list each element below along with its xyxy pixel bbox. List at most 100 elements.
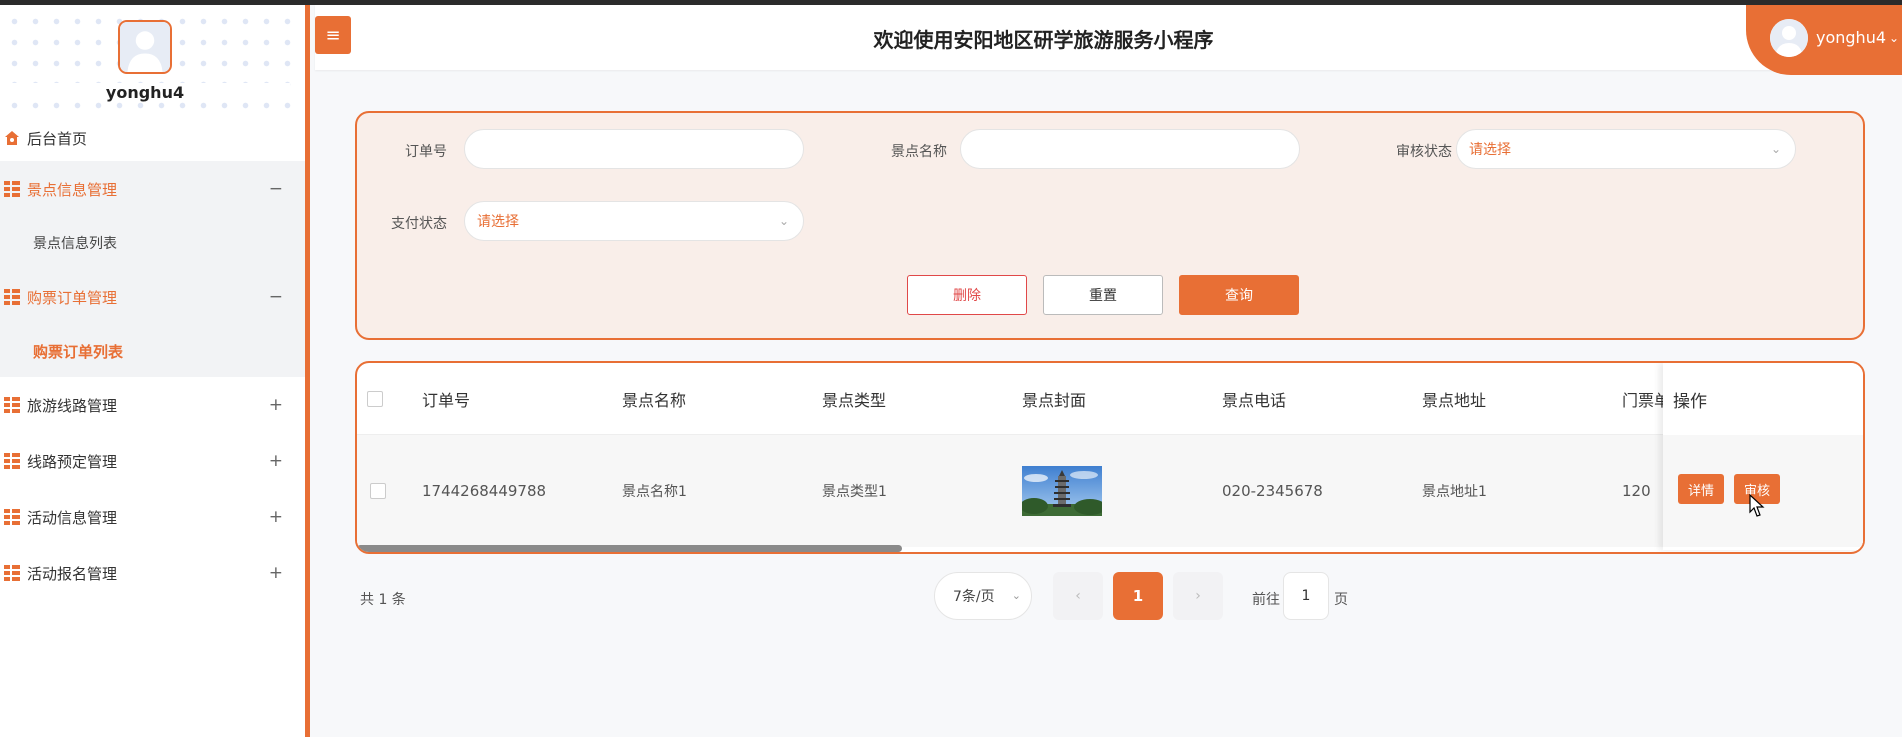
collapse-icon[interactable]: − xyxy=(269,179,283,199)
column-header[interactable]: 订单号 xyxy=(422,363,470,434)
operations-column: 操作 详情 审核 xyxy=(1663,363,1863,550)
sidebar-item-label: 活动报名管理 xyxy=(27,564,118,583)
sidebar-menu: 后台首页 景点信息管理 − 景点信息列表 购票订单管理 − 购票订单列表 旅游线… xyxy=(0,115,305,601)
sidebar-item-activity-info-management[interactable]: 活动信息管理 + xyxy=(0,489,305,545)
home-icon xyxy=(4,130,20,146)
expand-icon[interactable]: + xyxy=(269,507,283,527)
sidebar-item-label: 购票订单管理 xyxy=(27,288,118,307)
grid-icon xyxy=(4,181,20,197)
sidebar-subitem-label: 景点信息列表 xyxy=(33,236,117,252)
search-panel: 订单号 景点名称 审核状态 请选择 ⌄ 支付状态 请选择 ⌄ 删除 重置 查询 xyxy=(355,111,1865,340)
current-page-button[interactable]: 1 xyxy=(1113,572,1163,620)
table-header: 订单号 景点名称 景点类型 景点封面 景点电话 景点地址 门票单 xyxy=(357,363,1863,435)
spot-cover-image[interactable] xyxy=(1022,466,1102,516)
audit-status-placeholder: 请选择 xyxy=(1469,142,1511,158)
avatar xyxy=(1770,18,1808,57)
order-no-label: 订单号 xyxy=(405,144,447,160)
order-table: 订单号 景点名称 景点类型 景点封面 景点电话 景点地址 门票单 1744268… xyxy=(355,361,1865,554)
column-header[interactable]: 景点类型 xyxy=(822,363,886,434)
top-window-strip xyxy=(0,0,1902,5)
spot-cover-cell xyxy=(1022,435,1102,547)
goto-page-input[interactable]: 1 xyxy=(1283,572,1329,620)
sidebar-item-ticket-order-management[interactable]: 购票订单管理 − xyxy=(0,269,305,325)
sidebar-subitem-spot-list[interactable]: 景点信息列表 xyxy=(0,217,305,269)
column-header[interactable]: 景点地址 xyxy=(1422,363,1486,434)
grid-icon xyxy=(4,397,20,413)
next-page-button[interactable]: › xyxy=(1173,572,1223,620)
sidebar-profile: yonghu4 xyxy=(0,5,305,113)
operations-header: 操作 xyxy=(1673,391,1707,412)
chevron-down-icon: ⌄ xyxy=(1011,589,1021,602)
chevron-left-icon: ‹ xyxy=(1075,588,1081,604)
chevron-down-icon: ⌄ xyxy=(1889,30,1900,45)
operations-cell: 详情 审核 xyxy=(1663,435,1863,547)
reset-button[interactable]: 重置 xyxy=(1043,275,1163,315)
page-size-select[interactable]: 7条/页 ⌄ xyxy=(934,572,1032,620)
page-size-value: 7条/页 xyxy=(953,589,995,605)
sidebar-item-label: 景点信息管理 xyxy=(27,180,118,199)
column-header[interactable]: 景点名称 xyxy=(622,363,686,434)
avatar[interactable] xyxy=(118,20,172,74)
chevron-down-icon: ⌄ xyxy=(778,214,789,228)
goto-suffix-label: 页 xyxy=(1334,592,1348,608)
chevron-right-icon: › xyxy=(1195,588,1201,604)
address-cell: 景点地址1 xyxy=(1422,484,1487,500)
price-cell: 120 xyxy=(1622,482,1651,500)
sidebar-item-label: 活动信息管理 xyxy=(27,508,118,527)
mouse-cursor-icon xyxy=(1749,494,1765,517)
chevron-down-icon: ⌄ xyxy=(1770,142,1781,156)
sidebar-item-spot-info-management[interactable]: 景点信息管理 − xyxy=(0,161,305,217)
spot-type-cell: 景点类型1 xyxy=(822,484,887,500)
sidebar-item-route-management[interactable]: 旅游线路管理 + xyxy=(0,377,305,433)
select-all-cell xyxy=(367,363,383,434)
order-no-input[interactable] xyxy=(464,129,804,169)
header-username: yonghu4 xyxy=(1816,28,1887,47)
delete-button[interactable]: 删除 xyxy=(907,275,1027,315)
user-menu[interactable]: yonghu4 ⌄ xyxy=(1746,0,1902,75)
grid-icon xyxy=(4,565,20,581)
user-avatar-icon xyxy=(1770,18,1808,57)
expand-icon[interactable]: + xyxy=(269,451,283,471)
sidebar-subitem-label: 购票订单列表 xyxy=(33,342,124,361)
spot-name-cell: 景点名称1 xyxy=(622,484,687,500)
sidebar: yonghu4 后台首页 景点信息管理 − 景点信息列表 购票订单管理 − 购票… xyxy=(0,5,310,737)
sidebar-subitem-ticket-order-list[interactable]: 购票订单列表 xyxy=(0,325,305,377)
audit-status-label: 审核状态 xyxy=(1396,144,1452,160)
sidebar-item-label: 后台首页 xyxy=(27,129,88,148)
spot-name-label: 景点名称 xyxy=(891,144,947,160)
top-header: ≡ 欢迎使用安阳地区研学旅游服务小程序 yonghu4 ⌄ xyxy=(315,0,1902,75)
detail-button[interactable]: 详情 xyxy=(1678,474,1724,504)
grid-icon xyxy=(4,453,20,469)
user-avatar-icon xyxy=(120,22,170,72)
prev-page-button[interactable]: ‹ xyxy=(1053,572,1103,620)
row-checkbox[interactable] xyxy=(370,483,386,499)
sidebar-item-activity-signup-management[interactable]: 活动报名管理 + xyxy=(0,545,305,601)
phone-cell: 020-2345678 xyxy=(1222,482,1323,500)
sidebar-item-route-booking-management[interactable]: 线路预定管理 + xyxy=(0,433,305,489)
grid-icon xyxy=(4,509,20,525)
order-no-cell: 1744268449788 xyxy=(422,482,547,500)
sidebar-item-label: 线路预定管理 xyxy=(27,452,118,471)
sidebar-item-label: 旅游线路管理 xyxy=(27,396,118,415)
goto-prefix-label: 前往 xyxy=(1252,592,1280,608)
horizontal-scrollbar[interactable] xyxy=(357,545,902,552)
column-header[interactable]: 景点电话 xyxy=(1222,363,1286,434)
pay-status-label: 支付状态 xyxy=(391,216,447,232)
column-header[interactable]: 景点封面 xyxy=(1022,363,1086,434)
audit-status-select[interactable]: 请选择 ⌄ xyxy=(1456,129,1796,169)
expand-icon[interactable]: + xyxy=(269,563,283,583)
table-row[interactable]: 1744268449788 景点名称1 景点类型1 020-2345678 景点… xyxy=(357,435,1863,547)
spot-name-input[interactable] xyxy=(960,129,1300,169)
sidebar-item-home[interactable]: 后台首页 xyxy=(0,115,305,161)
pay-status-select[interactable]: 请选择 ⌄ xyxy=(464,201,804,241)
pay-status-placeholder: 请选择 xyxy=(477,214,519,230)
select-all-checkbox[interactable] xyxy=(367,390,383,407)
expand-icon[interactable]: + xyxy=(269,395,283,415)
grid-icon xyxy=(4,289,20,305)
total-count: 共 1 条 xyxy=(360,592,406,608)
sidebar-username: yonghu4 xyxy=(0,83,290,102)
query-button[interactable]: 查询 xyxy=(1179,275,1299,315)
row-select-cell xyxy=(370,435,386,547)
collapse-icon[interactable]: − xyxy=(269,287,283,307)
page-title: 欢迎使用安阳地区研学旅游服务小程序 xyxy=(873,28,1214,52)
